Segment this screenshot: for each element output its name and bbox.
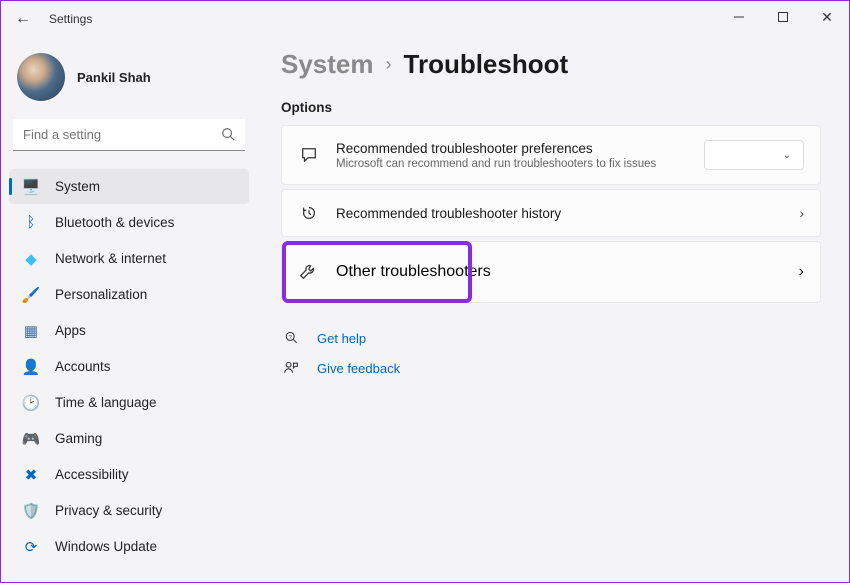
section-label: Options [281,100,821,115]
card-title: Recommended troubleshooter preferences [336,141,704,156]
sidebar-item-network-internet[interactable]: ◆ Network & internet [9,241,249,276]
accessibility-icon: ✖ [19,466,43,484]
card-title: Other troubleshooters [336,263,799,281]
sidebar-item-label: Network & internet [55,251,166,266]
sidebar-item-label: Windows Update [55,539,157,554]
privacy-icon: 🛡️ [19,502,43,520]
history-icon [298,204,320,222]
breadcrumb: System › Troubleshoot [281,49,821,80]
sidebar-item-label: Privacy & security [55,503,162,518]
sidebar-item-windows-update[interactable]: ⟳ Windows Update [9,529,249,564]
profile[interactable]: Pankil Shah [9,47,249,119]
sidebar-item-accounts[interactable]: 👤 Accounts [9,349,249,384]
nav-list: 🖥️ System ᛒ Bluetooth & devices ◆ Network & i… [9,169,249,564]
feedback-icon [281,360,301,376]
personalization-icon: 🖌️ [19,286,43,304]
sidebar-item-label: Time & language [55,395,157,410]
avatar [17,53,65,101]
svg-text:?: ? [289,335,292,341]
sidebar-item-gaming[interactable]: 🎮 Gaming [9,421,249,456]
help-icon: ? [281,330,301,346]
get-help-link[interactable]: ? Get help [281,323,821,353]
page-title: Troubleshoot [404,49,569,80]
window-controls: ✕ [717,1,849,33]
sidebar-item-apps[interactable]: ▦ Apps [9,313,249,348]
chevron-down-icon: ⌄ [783,150,791,161]
link-text: Get help [317,331,366,346]
breadcrumb-parent[interactable]: System [281,49,374,80]
time-icon: 🕑 [19,394,43,412]
card-other-troubleshooters[interactable]: Other troubleshooters › [281,241,821,303]
chevron-right-icon: › [386,54,392,75]
sidebar-item-label: Personalization [55,287,147,302]
close-button[interactable]: ✕ [805,1,849,33]
wrench-icon [298,263,320,281]
sidebar-item-personalization[interactable]: 🖌️ Personalization [9,277,249,312]
sidebar: Pankil Shah 🖥️ System ᛒ Bluetooth & devices… [1,37,261,582]
sidebar-item-bluetooth-devices[interactable]: ᛒ Bluetooth & devices [9,205,249,240]
accounts-icon: 👤 [19,358,43,376]
sidebar-item-label: Bluetooth & devices [55,215,174,230]
chevron-right-icon: › [799,205,804,221]
chat-icon [298,146,320,164]
sidebar-item-label: Accessibility [55,467,129,482]
minimize-button[interactable] [717,1,761,33]
user-name: Pankil Shah [77,70,151,85]
card-subtitle: Microsoft can recommend and run troubles… [336,158,704,170]
gaming-icon: 🎮 [19,430,43,448]
update-icon: ⟳ [19,538,43,556]
search-input[interactable] [13,119,245,151]
sidebar-item-label: Apps [55,323,86,338]
pref-dropdown[interactable]: ⌄ [704,140,804,170]
search-box[interactable] [13,119,245,151]
chevron-right-icon: › [799,263,804,281]
titlebar: ← Settings ✕ [1,1,849,37]
give-feedback-link[interactable]: Give feedback [281,353,821,383]
card-history[interactable]: Recommended troubleshooter history › [281,189,821,237]
card-pref[interactable]: Recommended troubleshooter preferences M… [281,125,821,185]
apps-icon: ▦ [19,322,43,340]
sidebar-item-label: Gaming [55,431,102,446]
sidebar-item-accessibility[interactable]: ✖ Accessibility [9,457,249,492]
back-button[interactable]: ← [15,10,35,28]
system-icon: 🖥️ [19,178,43,196]
help-links: ? Get help Give feedback [281,323,821,383]
maximize-button[interactable] [761,1,805,33]
sidebar-item-time-language[interactable]: 🕑 Time & language [9,385,249,420]
window-title: Settings [49,12,92,26]
sidebar-item-system[interactable]: 🖥️ System [9,169,249,204]
main-panel: System › Troubleshoot Options Recommende… [261,37,849,582]
card-title: Recommended troubleshooter history [336,206,799,221]
search-icon [221,127,235,141]
sidebar-item-privacy-security[interactable]: 🛡️ Privacy & security [9,493,249,528]
sidebar-item-label: System [55,179,100,194]
network-icon: ◆ [19,250,43,268]
sidebar-item-label: Accounts [55,359,111,374]
bluetooth-icon: ᛒ [19,214,43,231]
link-text: Give feedback [317,361,400,376]
